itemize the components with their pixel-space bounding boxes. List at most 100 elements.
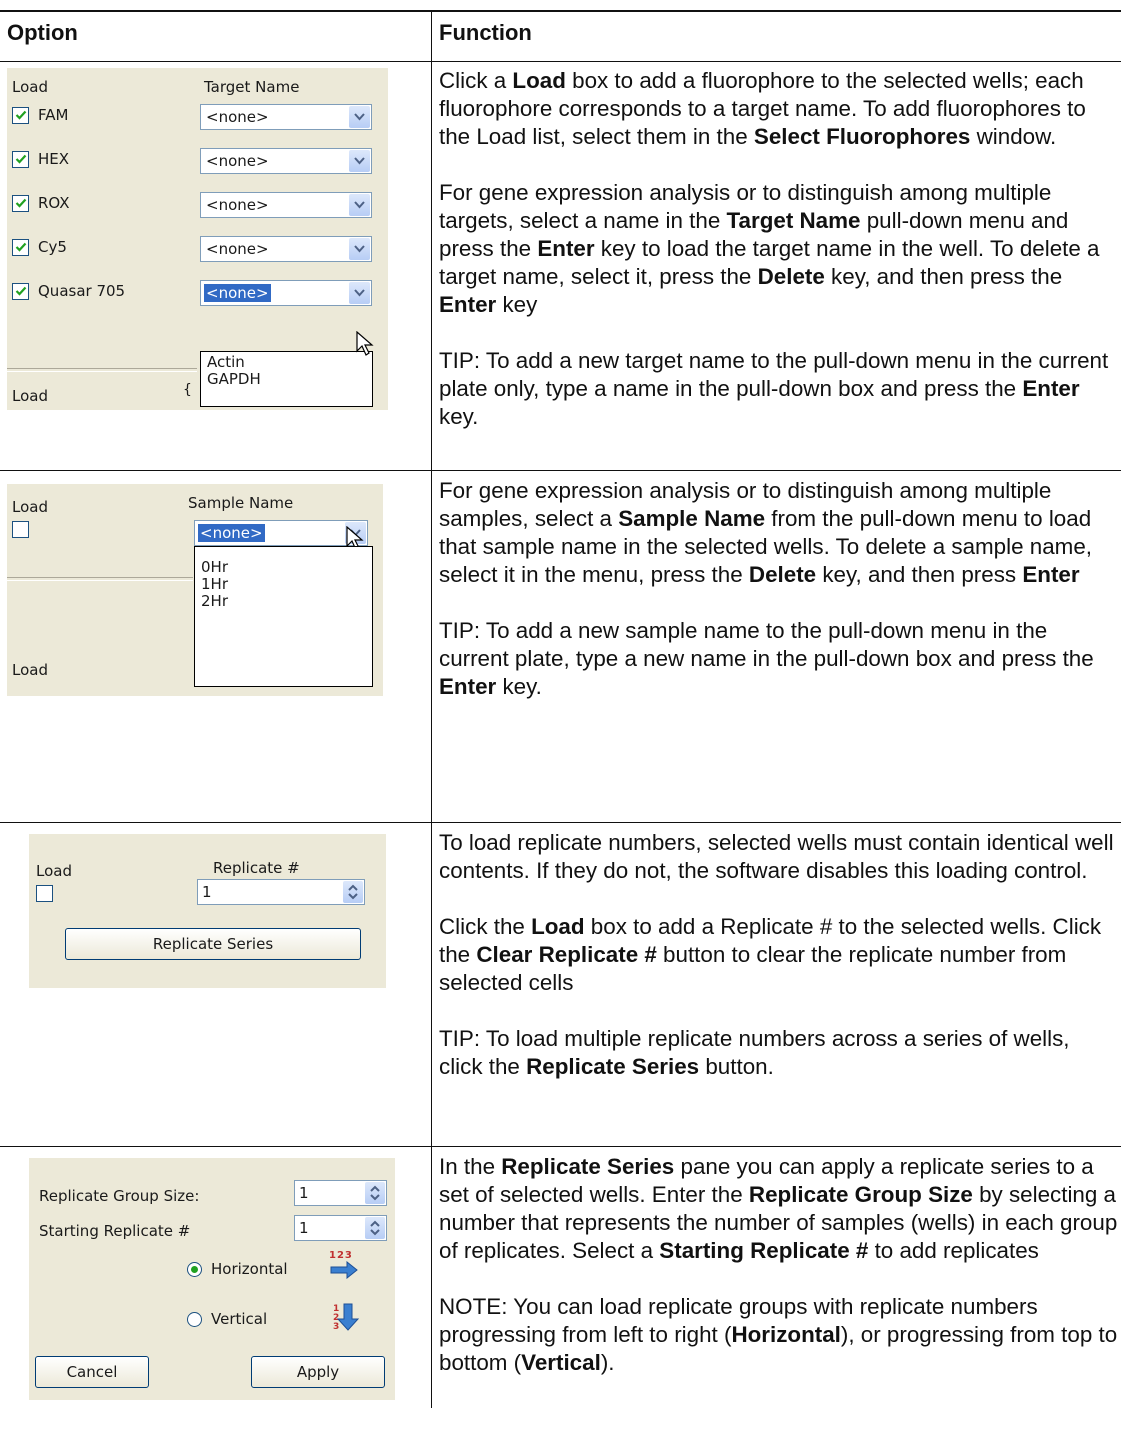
sample-name-combo[interactable]: <none>	[194, 520, 368, 546]
replicate-panel: Load Replicate # 1 Replicate Series	[29, 834, 386, 988]
load-label: Load	[36, 862, 72, 880]
spinner-value: 1	[299, 1219, 309, 1237]
horizontal-direction-icon: 123	[329, 1250, 359, 1282]
function-text-replicate-series: In the Replicate Series pane you can app…	[439, 1153, 1119, 1377]
dropdown-option[interactable]: 0Hr	[198, 559, 372, 576]
combo-dropdown-button[interactable]	[349, 194, 370, 216]
target-name-label: Target Name	[204, 78, 300, 96]
fluorophore-label: Quasar 705	[38, 282, 126, 300]
starting-replicate-spinner[interactable]: 1	[294, 1215, 387, 1241]
vertical-direction-icon: 1 2 3	[332, 1302, 360, 1334]
combo-value: <none>	[206, 152, 269, 170]
spinner-buttons[interactable]	[343, 881, 363, 903]
dropdown-option[interactable]: 2Hr	[198, 593, 372, 610]
load-checkbox-cy5[interactable]	[12, 239, 29, 256]
spinner-buttons[interactable]	[365, 1217, 385, 1239]
radio-selected-dot	[191, 1266, 198, 1273]
header-bottom-rule	[0, 61, 1121, 62]
column-header-function: Function	[439, 20, 532, 45]
checkmark-icon	[15, 110, 27, 120]
cancel-button[interactable]: Cancel	[35, 1356, 149, 1388]
spinner-buttons[interactable]	[365, 1182, 385, 1204]
column-header-option: Option	[7, 20, 78, 45]
group-size-spinner[interactable]: 1	[294, 1180, 387, 1206]
row-divider	[0, 1146, 1121, 1147]
load-checkbox-fam[interactable]	[12, 107, 29, 124]
up-down-arrows-icon	[370, 1220, 380, 1236]
replicate-series-pane: Replicate Group Size: 1 Starting Replica…	[29, 1158, 395, 1400]
checkmark-icon	[15, 198, 27, 208]
chevron-down-icon	[354, 289, 365, 297]
horizontal-label: Horizontal	[211, 1260, 288, 1278]
paragraph: TIP: To add a new sample name to the pul…	[439, 618, 1094, 699]
spinner-value: 1	[202, 883, 212, 901]
fluorophore-label: FAM	[38, 106, 69, 124]
chevron-down-icon	[354, 157, 365, 165]
vertical-label: Vertical	[211, 1310, 268, 1328]
replicate-series-button[interactable]: Replicate Series	[65, 928, 361, 960]
chevron-down-icon	[354, 245, 365, 253]
table-top-rule	[0, 10, 1121, 12]
combo-dropdown-button[interactable]	[349, 282, 370, 304]
target-name-combo[interactable]: <none>	[200, 192, 372, 218]
up-down-arrows-icon	[348, 884, 358, 900]
load-checkbox[interactable]	[36, 885, 53, 902]
paragraph: For gene expression analysis or to disti…	[439, 180, 1100, 317]
combo-dropdown-button[interactable]	[349, 150, 370, 172]
up-down-arrows-icon	[370, 1185, 380, 1201]
icon-digits: 123	[329, 1250, 353, 1261]
target-dropdown-list: Actin GAPDH	[200, 351, 373, 407]
load-checkbox-hex[interactable]	[12, 151, 29, 168]
sample-name-panel: Load Sample Name <none> 0Hr 1Hr 2Hr Load	[7, 484, 383, 696]
combo-value: <none>	[203, 283, 272, 303]
combo-dropdown-button[interactable]	[349, 238, 370, 260]
checkmark-icon	[15, 286, 27, 296]
combo-dropdown-button[interactable]	[349, 106, 370, 128]
dropdown-option[interactable]: 1Hr	[198, 576, 372, 593]
load-checkbox-rox[interactable]	[12, 195, 29, 212]
row-divider	[0, 822, 1121, 823]
fluorophore-label: HEX	[38, 150, 70, 168]
load-label: Load	[12, 78, 48, 96]
down-arrow-icon: 1 2 3	[333, 1303, 360, 1332]
function-text-target: Click a Load box to add a fluorophore to…	[439, 67, 1119, 431]
svg-text:3: 3	[333, 1322, 339, 1332]
function-text-sample: For gene expression analysis or to disti…	[439, 477, 1119, 701]
combo-value: <none>	[197, 523, 266, 543]
separator-line	[7, 368, 197, 372]
load-label: Load	[12, 498, 48, 516]
column-divider	[431, 10, 432, 1408]
sample-name-label: Sample Name	[188, 494, 294, 512]
separator-line	[7, 577, 193, 581]
apply-button[interactable]: Apply	[251, 1356, 385, 1388]
combo-value: <none>	[206, 240, 269, 258]
starting-replicate-label: Starting Replicate #	[39, 1222, 191, 1240]
target-name-combo[interactable]: <none>	[200, 236, 372, 262]
target-name-combo[interactable]: <none>	[200, 104, 372, 130]
function-text-replicate: To load replicate numbers, selected well…	[439, 829, 1119, 1109]
paragraph: In the Replicate Series pane you can app…	[439, 1154, 1118, 1263]
target-name-combo[interactable]: <none>	[200, 280, 372, 306]
load-label-bottom: Load	[12, 661, 48, 679]
paragraph: TIP: To add a new target name to the pul…	[439, 348, 1109, 429]
paragraph: Click a Load box to add a fluorophore to…	[439, 68, 1086, 149]
replicate-number-spinner[interactable]: 1	[197, 879, 365, 905]
paragraph: Click the Load box to add a Replicate # …	[439, 914, 1102, 995]
load-checkbox[interactable]	[12, 521, 29, 538]
group-size-label: Replicate Group Size:	[39, 1187, 200, 1205]
vertical-radio[interactable]	[187, 1312, 202, 1327]
load-checkbox-quasar-705[interactable]	[12, 283, 29, 300]
checkmark-icon	[15, 242, 27, 252]
target-name-panel: Load Target Name FAM <none> HEX <none> ROX <n…	[7, 68, 388, 410]
paragraph: To load replicate numbers, selected well…	[439, 830, 1114, 883]
horizontal-radio[interactable]	[187, 1262, 202, 1277]
paragraph: NOTE: You can load replicate groups with…	[439, 1294, 1118, 1375]
dropdown-option[interactable]: Actin	[204, 354, 372, 371]
paragraph: TIP: To load multiple replicate numbers …	[439, 1026, 1070, 1079]
target-name-combo[interactable]: <none>	[200, 148, 372, 174]
dropdown-option[interactable]: GAPDH	[204, 371, 372, 388]
paragraph: For gene expression analysis or to disti…	[439, 478, 1093, 587]
fluorophore-label: Cy5	[38, 238, 67, 256]
chevron-down-icon	[354, 113, 365, 121]
chevron-down-icon	[354, 201, 365, 209]
